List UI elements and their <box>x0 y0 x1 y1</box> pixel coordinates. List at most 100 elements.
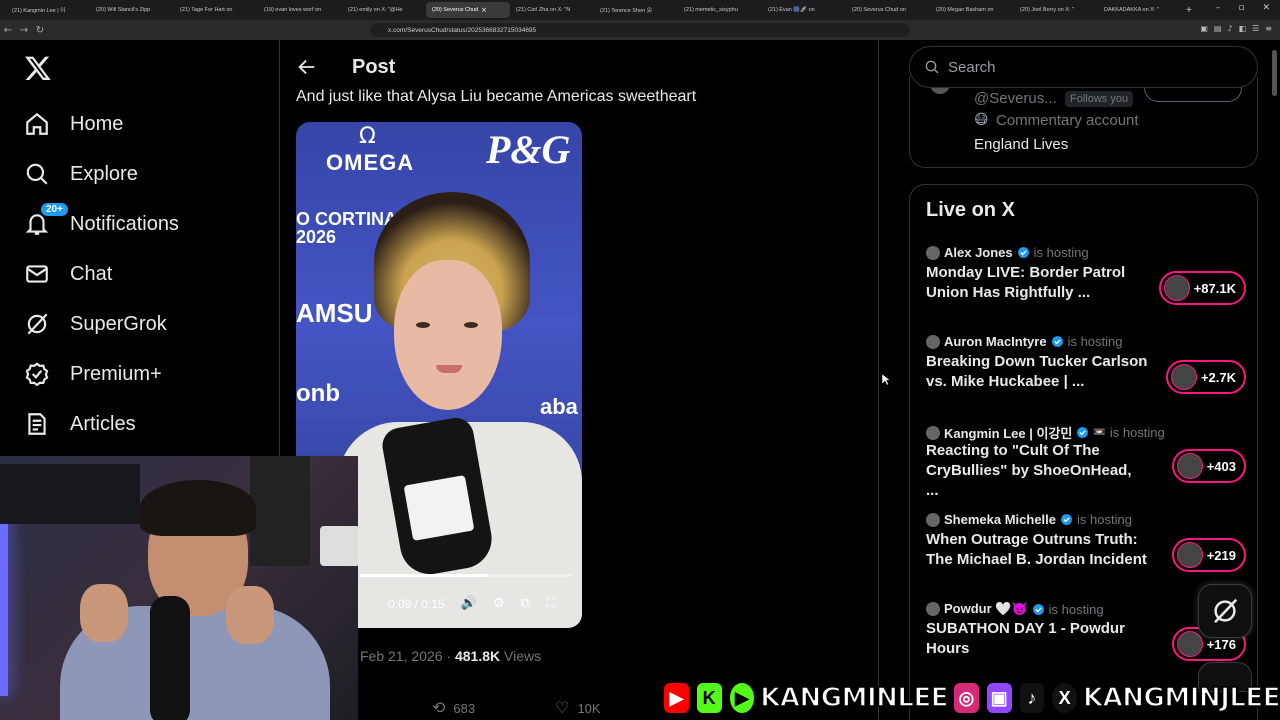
extension-icon[interactable]: ◧ <box>1239 24 1247 33</box>
avatar <box>926 602 940 616</box>
is-hosting-label: is hosting <box>1067 334 1123 349</box>
host-row: Kangmin Lee | 이강민 📼 is hosting <box>926 423 1165 442</box>
live-space-title: When Outrage Outruns Truth: The Michael … <box>926 531 1147 568</box>
search-box[interactable] <box>909 46 1258 88</box>
browser-tab[interactable]: (21) Tage For Hart on <box>174 2 258 18</box>
live-item[interactable]: Shemeka Michelle is hosting When Outrage… <box>926 512 1246 592</box>
nav-notifications[interactable]: 20+ Notifications <box>24 203 179 240</box>
grok-float-button[interactable] <box>1198 584 1252 638</box>
minimize-icon[interactable]: – <box>1216 3 1221 13</box>
browser-tab[interactable]: (21) memetic_sisyphu <box>678 2 762 18</box>
browser-tab[interactable]: (20) Megan Basham on <box>930 2 1014 18</box>
streamer-webcam <box>0 456 358 720</box>
profile-commentary: Commentary account <box>996 112 1139 129</box>
scrollbar[interactable] <box>1272 50 1277 96</box>
live-listener-count[interactable]: +219 <box>1171 538 1246 572</box>
nav-premium[interactable]: Premium+ <box>24 358 162 390</box>
volume-icon[interactable]: 🔊 <box>461 596 477 611</box>
live-item[interactable]: Alex Jones is hosting Monday LIVE: Borde… <box>926 245 1246 325</box>
browser-tab[interactable]: (19) evan loves worf on <box>258 2 342 18</box>
page-title: Post <box>352 55 396 78</box>
url-text: x.com/SeverusChud/status/202536683271503… <box>388 26 537 34</box>
listener-count: +219 <box>1206 547 1236 563</box>
video-subject-eye <box>416 322 430 328</box>
nav-label: Articles <box>70 412 136 435</box>
maximize-icon[interactable]: ▫ <box>1238 3 1244 13</box>
browser-tab[interactable]: (20) Severus Chud on <box>846 2 930 18</box>
browser-tab-bar: (21) Kangmin Lee | 이 (20) Will Stancil's… <box>0 0 1280 20</box>
nav-label: Chat <box>70 262 113 285</box>
video-progress-bar[interactable] <box>360 574 572 577</box>
home-icon <box>26 112 48 135</box>
live-listener-count[interactable]: +403 <box>1171 449 1246 483</box>
back-arrow-icon[interactable] <box>296 56 318 78</box>
fullscreen-icon[interactable]: ⛶ <box>546 596 555 611</box>
nav-explore[interactable]: Explore <box>24 158 138 190</box>
browser-tab[interactable]: (21) Carl Zha on X: "N <box>510 2 594 18</box>
browser-tab[interactable]: (21) emily on X: "@He <box>342 2 426 18</box>
listener-count: +2.7K <box>1200 369 1236 385</box>
column-divider <box>878 40 879 720</box>
avatar <box>1163 275 1190 301</box>
live-listener-count[interactable]: +87.1K <box>1158 271 1246 305</box>
back-nav-icon[interactable]: ← <box>0 25 16 36</box>
menu-icon[interactable]: ≡ <box>1265 24 1272 33</box>
tab-label: (20) Megan Basham on <box>936 7 994 13</box>
cortina-text: O CORTINA <box>296 209 397 229</box>
pip-icon[interactable]: ⧉ <box>521 596 530 611</box>
nav-chat[interactable]: Chat <box>24 258 112 290</box>
x-logo-icon[interactable] <box>24 54 52 82</box>
streamer-hand <box>226 586 274 644</box>
browser-tab[interactable]: (20) Will Stancil's Zipp <box>90 2 174 18</box>
browser-tab[interactable]: (21) Kangmin Lee | 이 <box>6 2 90 18</box>
neon-light <box>0 496 8 696</box>
avatar <box>1176 631 1203 657</box>
screen: (21) Kangmin Lee | 이 (20) Will Stancil's… <box>0 0 1280 720</box>
nav-label: Premium+ <box>70 362 162 385</box>
extension-icon[interactable]: ▣ <box>1200 24 1208 33</box>
follows-you-badge: Follows you <box>1065 91 1134 107</box>
verified-badge-icon <box>1032 603 1044 615</box>
listener-count: +87.1K <box>1193 280 1236 296</box>
like-button[interactable]: ♡ 10K <box>555 698 600 717</box>
host-row: Shemeka Michelle is hosting <box>926 512 1132 527</box>
background-shelf <box>0 464 140 524</box>
browser-tab-active[interactable]: (20) Severus Chud × <box>426 2 510 18</box>
url-field[interactable]: x.com/SeverusChud/status/202536683271503… <box>370 23 910 37</box>
search-input[interactable] <box>948 58 1248 76</box>
repost-button[interactable]: ⟲ 683 <box>432 698 475 717</box>
forward-nav-icon[interactable]: → <box>16 25 32 36</box>
nav-articles[interactable]: Articles <box>24 408 136 440</box>
video-subject-mouth <box>436 365 462 373</box>
browser-tab[interactable]: (21) Terence Shen 尖 <box>594 2 678 18</box>
live-listener-count[interactable]: +2.7K <box>1165 360 1246 394</box>
cortina-year: 2026 <box>296 227 337 247</box>
browser-tab[interactable]: (21) Evan 🎆🚀 on <box>762 2 846 18</box>
browser-tab[interactable]: (20) Joel Berry on X: " <box>1014 2 1098 18</box>
video-controls: 0:09 / 0:15 🔊 ⚙ ⧉ ⛶ <box>388 596 555 611</box>
reload-icon[interactable]: ↻ <box>32 25 48 36</box>
avatar <box>926 334 940 349</box>
host-row: Powdur 🤍😈 is hosting <box>926 601 1104 617</box>
is-hosting-label: is hosting <box>1033 245 1089 260</box>
live-item[interactable]: Kangmin Lee | 이강민 📼 is hosting Reacting … <box>926 423 1246 503</box>
instagram-icon: ◎ <box>952 681 981 715</box>
tab-label: (21) Evan 🎆🚀 on <box>768 7 815 13</box>
articles-icon <box>28 413 46 435</box>
settings-gear-icon[interactable]: ⚙ <box>493 596 505 611</box>
tab-label: (21) memetic_sisyphu <box>684 7 738 13</box>
live-item[interactable]: Auron MacIntyre is hosting Breaking Down… <box>926 334 1246 414</box>
extension-icon[interactable]: ☰ <box>1252 24 1259 33</box>
new-tab-icon[interactable]: + <box>1186 5 1192 16</box>
post-header: Post <box>296 52 395 82</box>
close-window-icon[interactable]: ✕ <box>1262 3 1270 13</box>
extension-icon[interactable]: ♪ <box>1227 24 1232 33</box>
nav-home[interactable]: Home <box>24 108 123 140</box>
tab-label: DAKKADAKKA on X: " <box>1104 7 1159 13</box>
nav-label: Notifications <box>70 212 179 235</box>
nav-supergrok[interactable]: SuperGrok <box>24 308 167 340</box>
tab-label: (21) Kangmin Lee | 이 <box>12 8 66 14</box>
extension-icon[interactable]: ▤ <box>1214 24 1222 33</box>
close-tab-icon[interactable]: × <box>481 6 487 14</box>
browser-tab[interactable]: DAKKADAKKA on X: " <box>1098 2 1182 18</box>
